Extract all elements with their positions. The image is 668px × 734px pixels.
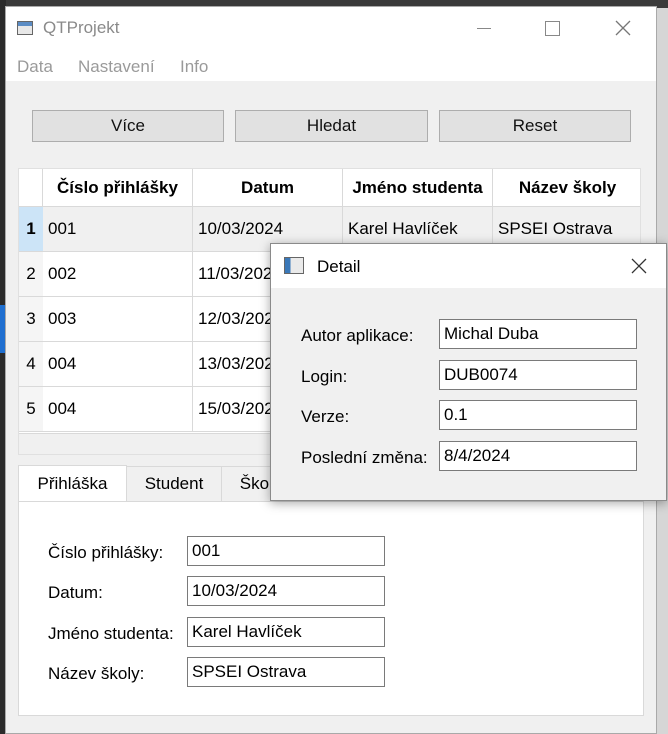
search-button[interactable]: Hledat: [235, 110, 428, 142]
title-bar[interactable]: QTProjekt: [6, 7, 656, 49]
cislo-label: Číslo přihlášky:: [48, 543, 164, 562]
zmena-label: Poslední změna:: [301, 448, 428, 467]
autor-label: Autor aplikace:: [301, 326, 414, 345]
row-header[interactable]: 4: [19, 342, 43, 387]
menu-bar: Data Nastavení Info: [6, 49, 656, 81]
skola-input[interactable]: [187, 657, 385, 687]
row-header[interactable]: 5: [19, 387, 43, 432]
column-header-cislo[interactable]: Číslo přihlášky: [43, 169, 193, 207]
column-header-jmeno[interactable]: Jméno studenta: [343, 169, 493, 207]
close-icon: [615, 20, 631, 36]
cislo-input[interactable]: [187, 536, 385, 566]
zmena-input[interactable]: [439, 441, 637, 471]
login-label: Login:: [301, 367, 348, 386]
row-header[interactable]: 2: [19, 252, 43, 297]
app-icon: [17, 21, 33, 35]
column-header-datum[interactable]: Datum: [193, 169, 343, 207]
dialog-close-button[interactable]: [627, 255, 651, 277]
dialog-title: Detail: [317, 257, 361, 276]
menu-data[interactable]: Data: [17, 57, 53, 77]
detail-dialog: Detail Autor aplikace: Login: Verze: Pos…: [270, 243, 667, 501]
verze-label: Verze:: [301, 407, 350, 426]
table-corner[interactable]: [19, 169, 43, 207]
autor-input[interactable]: [439, 319, 637, 349]
dialog-title-bar[interactable]: Detail: [271, 244, 666, 288]
tab-widget: Přihláška Student Škola Číslo přihlášky:…: [18, 465, 644, 716]
datum-label: Datum:: [48, 583, 103, 602]
close-button[interactable]: [600, 7, 646, 49]
datum-input[interactable]: [187, 576, 385, 606]
login-input[interactable]: [439, 360, 637, 390]
tab-pane: Číslo přihlášky: Datum: Jméno studenta: …: [18, 501, 644, 716]
menu-info[interactable]: Info: [180, 57, 208, 77]
minimize-button[interactable]: [461, 7, 507, 49]
dialog-app-icon: [284, 257, 304, 274]
tab-student[interactable]: Student: [126, 466, 222, 502]
close-icon: [631, 258, 647, 274]
menu-nastaveni[interactable]: Nastavení: [78, 57, 155, 77]
column-header-skola[interactable]: Název školy: [493, 169, 640, 207]
maximize-icon: [544, 20, 560, 36]
row-header[interactable]: 3: [19, 297, 43, 342]
maximize-button[interactable]: [529, 7, 575, 49]
row-header[interactable]: 1: [19, 207, 43, 252]
table-cell[interactable]: 001: [43, 207, 193, 252]
minimize-icon: [477, 27, 491, 29]
table-cell[interactable]: 002: [43, 252, 193, 297]
reset-button[interactable]: Reset: [439, 110, 631, 142]
more-button[interactable]: Více: [32, 110, 224, 142]
window-title: QTProjekt: [43, 18, 120, 37]
tab-prihlaska[interactable]: Přihláška: [18, 465, 127, 502]
jmeno-input[interactable]: [187, 617, 385, 647]
verze-input[interactable]: [439, 400, 637, 430]
table-cell[interactable]: 004: [43, 387, 193, 432]
table-cell[interactable]: 003: [43, 297, 193, 342]
jmeno-label: Jméno studenta:: [48, 624, 174, 643]
skola-label: Název školy:: [48, 664, 145, 683]
table-cell[interactable]: 004: [43, 342, 193, 387]
